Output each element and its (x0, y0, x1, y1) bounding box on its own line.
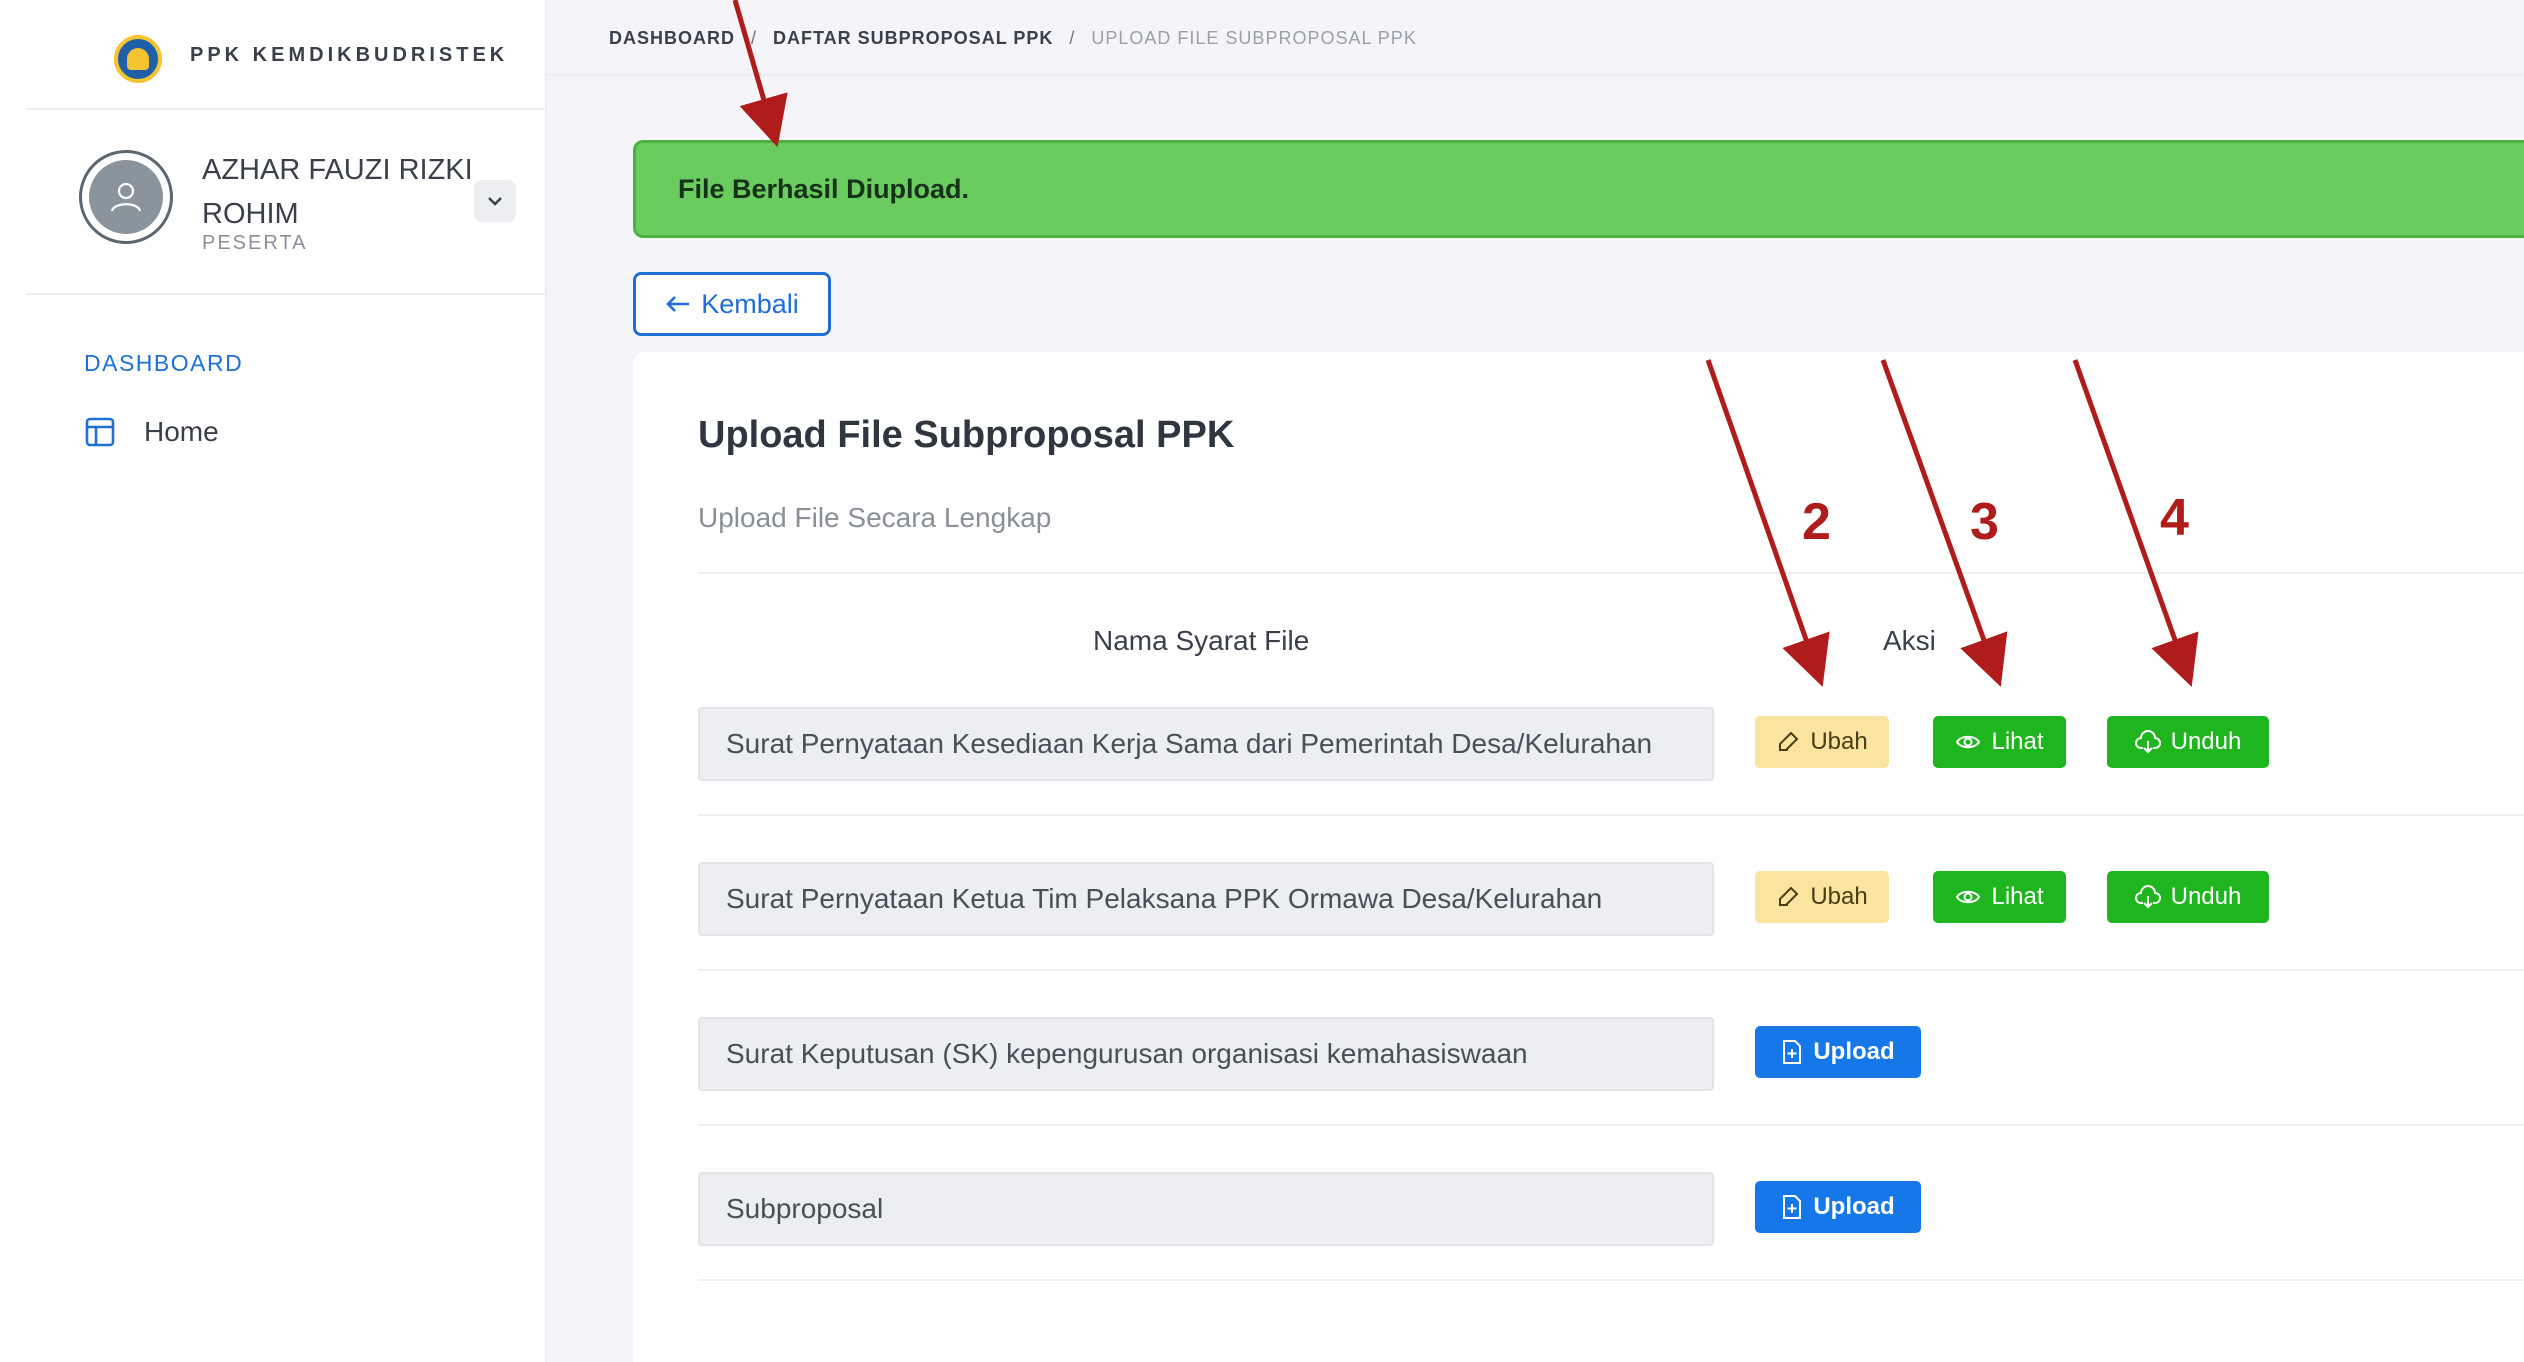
breadcrumb-separator: / (751, 28, 758, 48)
upload-button[interactable]: Upload (1755, 1181, 1921, 1233)
sidebar-item-label: Home (144, 416, 219, 447)
breadcrumb-dashboard[interactable]: DASHBOARD (609, 28, 735, 49)
annotation-4: 4 (2160, 489, 2189, 547)
upload-button[interactable]: Upload (1755, 1026, 1921, 1078)
eye-icon (1956, 890, 1981, 904)
download-label: Unduh (2170, 728, 2242, 755)
column-header-name: Nama Syarat File (1093, 625, 1310, 656)
edit-button[interactable]: Ubah (1755, 716, 1889, 768)
row-divider (698, 969, 2524, 971)
upload-label: Upload (1813, 1193, 1895, 1220)
user-role: PESERTA (202, 232, 308, 254)
page-subtitle: Upload File Secara Lengkap (698, 502, 1052, 533)
file-plus-icon (1783, 1040, 1802, 1064)
user-icon (110, 182, 142, 212)
brand[interactable]: PPK KEMDIKBUDRISTEK (26, 0, 547, 110)
view-label: Lihat (1991, 728, 2044, 755)
edit-button[interactable]: Ubah (1755, 871, 1889, 923)
eye-icon (1956, 735, 1981, 749)
layout-icon (85, 417, 115, 447)
breadcrumb: DASHBOARD / DAFTAR SUBPROPOSAL PPK / UPL… (609, 28, 1417, 49)
edit-label: Ubah (1810, 728, 1868, 755)
success-alert: File Berhasil Diupload. (633, 140, 2524, 238)
arrow-left-icon (666, 296, 690, 312)
user-name: AZHAR FAUZI RIZKI ROHIM (202, 154, 473, 230)
edit-icon (1779, 886, 1799, 906)
edit-label: Ubah (1810, 883, 1868, 910)
download-label: Unduh (2170, 883, 2242, 910)
menu-header: DASHBOARD (84, 350, 244, 376)
upload-card: Upload File Subproposal PPK Upload File … (633, 352, 2524, 1362)
avatar (79, 150, 173, 244)
file-name-field: Surat Keputusan (SK) kepengurusan organi… (698, 1017, 1714, 1091)
download-button[interactable]: Unduh (2107, 871, 2269, 923)
user-menu-toggle[interactable] (474, 180, 516, 222)
chevron-down-icon (488, 197, 502, 206)
annotation-2: 2 (1802, 493, 1831, 551)
cloud-download-icon (2134, 730, 2161, 754)
edit-icon (1779, 731, 1799, 751)
view-button[interactable]: Lihat (1933, 871, 2066, 923)
brand-name: PPK KEMDIKBUDRISTEK (190, 44, 509, 66)
sidebar-item-home[interactable]: Home (84, 412, 219, 452)
row-divider (698, 1124, 2524, 1126)
breadcrumb-daftar[interactable]: DAFTAR SUBPROPOSAL PPK (773, 28, 1053, 49)
file-name-field: Surat Pernyataan Kesediaan Kerja Sama da… (698, 707, 1714, 781)
file-name-field: Subproposal (698, 1172, 1714, 1246)
kemdikbud-logo-icon (114, 35, 162, 83)
download-button[interactable]: Unduh (2107, 716, 2269, 768)
breadcrumb-current: UPLOAD FILE SUBPROPOSAL PPK (1091, 28, 1417, 48)
view-button[interactable]: Lihat (1933, 716, 2066, 768)
page-title: Upload File Subproposal PPK (698, 414, 1235, 456)
sidebar: PPK KEMDIKBUDRISTEK AZHAR FAUZI RIZKI RO… (26, 0, 547, 1362)
column-header-action: Aksi (1883, 625, 1936, 656)
divider (698, 572, 2524, 574)
annotation-3: 3 (1970, 493, 1999, 551)
cloud-download-icon (2134, 885, 2161, 909)
breadcrumb-separator: / (1069, 28, 1076, 48)
file-name-field: Surat Pernyataan Ketua Tim Pelaksana PPK… (698, 862, 1714, 936)
row-divider (698, 1279, 2524, 1281)
upload-label: Upload (1813, 1038, 1895, 1065)
row-divider (698, 814, 2524, 816)
user-panel: AZHAR FAUZI RIZKI ROHIM PESERTA (26, 110, 547, 295)
file-plus-icon (1783, 1195, 1802, 1219)
back-button[interactable]: Kembali (633, 272, 831, 336)
alert-message: File Berhasil Diupload. (678, 173, 970, 204)
header-divider (548, 74, 2524, 76)
back-label: Kembali (701, 288, 799, 319)
view-label: Lihat (1991, 883, 2044, 910)
